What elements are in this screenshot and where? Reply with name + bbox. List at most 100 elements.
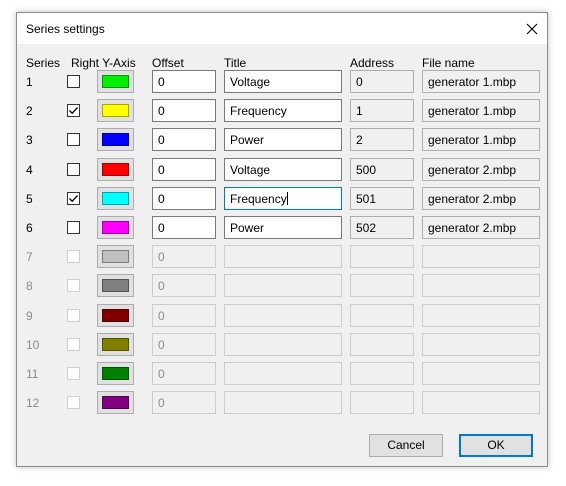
title-input[interactable]: Power [224,216,342,239]
series-color-button[interactable] [97,157,134,181]
color-swatch [102,250,129,264]
file-name-field [422,274,540,298]
series-number: 12 [26,396,40,411]
series-row: 5 0 Frequency 501 generator 2.mbp [17,185,547,214]
series-color-button[interactable] [97,99,134,123]
title-input [224,362,342,385]
series-color-button[interactable] [97,186,134,210]
series-color-button [97,274,134,298]
offset-input-value: 0 [158,367,165,381]
check-icon [69,194,78,202]
close-button[interactable] [516,13,547,44]
file-name-field-value: generator 2.mbp [428,221,517,235]
title-input-value: Power [230,133,265,148]
title-input [224,245,342,269]
address-field-value: 500 [356,162,377,177]
check-icon [69,107,78,115]
color-swatch [102,191,129,205]
right-y-axis-checkbox [67,250,80,264]
offset-input-value: 0 [158,75,165,89]
series-color-button [97,332,134,356]
color-swatch [102,367,129,380]
address-field-value: 2 [356,133,363,148]
series-color-button[interactable] [97,128,134,152]
offset-input[interactable]: 0 [152,70,216,93]
title-input-value: Frequency [230,104,287,119]
offset-input: 0 [152,274,216,298]
offset-input[interactable]: 0 [152,99,216,123]
series-number: 7 [26,250,33,265]
title-input[interactable]: Voltage [224,157,342,181]
title-input [224,274,342,298]
right-y-axis-checkbox[interactable] [67,104,80,118]
ok-button[interactable]: OK [459,434,533,457]
right-y-axis-checkbox [67,279,80,293]
offset-input[interactable]: 0 [152,216,216,239]
offset-input: 0 [152,245,216,269]
address-field [350,362,414,385]
file-name-field [422,303,540,327]
series-number: 9 [26,308,33,323]
offset-input: 0 [152,362,216,385]
offset-input: 0 [152,332,216,356]
offset-input[interactable]: 0 [152,128,216,152]
title-input-value: Voltage [230,162,271,177]
title-input[interactable]: Power [224,128,342,152]
series-row: 6 0 Power 502 generator 2.mbp [17,214,547,243]
offset-input-value: 0 [158,308,165,323]
right-y-axis-checkbox [67,396,80,410]
series-row: 11 0 [17,360,547,389]
file-name-field [422,362,540,385]
close-icon [526,23,537,34]
offset-input-value: 0 [158,250,165,265]
series-number: 6 [26,221,33,235]
file-name-field-value: generator 1.mbp [428,104,517,119]
right-y-axis-checkbox [67,308,80,322]
right-y-axis-checkbox [67,367,80,380]
series-number: 8 [26,279,33,294]
right-y-axis-checkbox[interactable] [67,191,80,205]
address-field: 1 [350,99,414,123]
series-row: 1 0 Voltage 0 generator 1.mbp [17,68,547,97]
title-input[interactable]: Frequency [224,99,342,123]
right-y-axis-checkbox[interactable] [67,221,80,234]
series-color-button [97,245,134,269]
series-row: 2 0 Frequency 1 generator 1.mbp [17,97,547,126]
series-color-button [97,391,134,415]
address-field: 502 [350,216,414,239]
color-swatch [102,308,129,322]
title-input[interactable]: Frequency [224,186,342,210]
file-name-field-value: generator 2.mbp [428,191,517,206]
right-y-axis-checkbox [67,337,80,351]
offset-input[interactable]: 0 [152,157,216,181]
right-y-axis-checkbox[interactable] [67,162,80,176]
file-name-field-value: generator 1.mbp [428,75,517,89]
right-y-axis-checkbox[interactable] [67,133,80,147]
file-name-field: generator 1.mbp [422,99,540,123]
color-swatch [102,104,129,118]
offset-input: 0 [152,303,216,327]
title-input[interactable]: Voltage [224,70,342,93]
series-color-button[interactable] [97,216,134,239]
address-field: 2 [350,128,414,152]
series-row: 70 [17,243,547,272]
file-name-field: generator 2.mbp [422,216,540,239]
series-number: 10 [26,337,40,352]
file-name-field [422,332,540,356]
file-name-field: generator 2.mbp [422,157,540,181]
offset-input[interactable]: 0 [152,186,216,210]
right-y-axis-checkbox[interactable] [67,75,80,88]
cancel-button[interactable]: Cancel [369,434,443,457]
address-field [350,391,414,415]
color-swatch [102,279,129,293]
series-number: 3 [26,133,33,148]
series-color-button[interactable] [97,70,134,93]
file-name-field: generator 2.mbp [422,186,540,210]
file-name-field: generator 1.mbp [422,128,540,152]
offset-input-value: 0 [158,279,165,294]
offset-input-value: 0 [158,133,165,148]
text-caret [286,191,288,205]
color-swatch [102,162,129,176]
address-field [350,274,414,298]
series-settings-dialog: Series settings Series Right Y-Axis Offs… [16,12,548,467]
